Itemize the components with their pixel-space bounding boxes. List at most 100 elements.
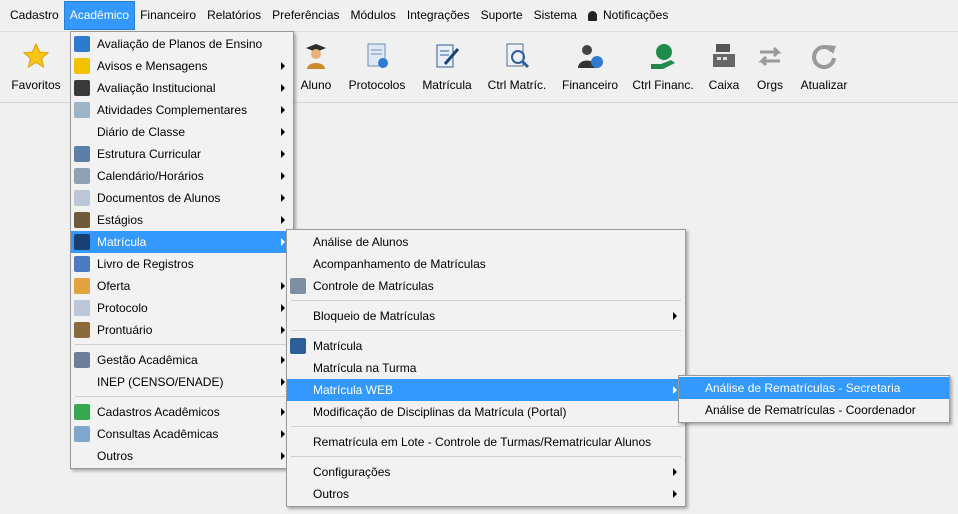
submenu-item-acompanhamento[interactable]: Acompanhamento de Matrículas: [287, 253, 685, 275]
submenu-item-controle[interactable]: Controle de Matrículas: [287, 275, 685, 297]
menu-item-estagios[interactable]: Estágios: [71, 209, 293, 231]
document-pen-icon: [436, 44, 460, 68]
menu-item-oferta[interactable]: Oferta: [71, 275, 293, 297]
submenu-item-rematriculas-secretaria[interactable]: Análise de Rematrículas - Secretaria: [679, 377, 949, 399]
submenu-item-modificacao[interactable]: Modificação de Disciplinas da Matrícula …: [287, 401, 685, 423]
protocolos-button[interactable]: Protocolos: [344, 32, 410, 102]
menu-item-label: Outros: [97, 449, 134, 463]
pen-icon: [74, 234, 90, 250]
menu-academico[interactable]: Acadêmico: [63, 1, 136, 30]
menu-item-consultas[interactable]: Consultas Acadêmicas: [71, 423, 293, 445]
menu-item-label: Cadastros Acadêmicos: [97, 405, 220, 419]
document-icon: [74, 190, 90, 206]
menu-integracoes[interactable]: Integrações: [402, 2, 475, 29]
ctrl-financ-button[interactable]: Ctrl Financ.: [630, 32, 696, 102]
hand-coin-icon: [651, 44, 675, 69]
menu-item-label: Gestão Acadêmica: [97, 353, 198, 367]
menu-item-atividades[interactable]: Atividades Complementares: [71, 99, 293, 121]
matricula-label: Matrícula: [422, 78, 472, 92]
menu-relatorios[interactable]: Relatórios: [202, 2, 266, 29]
matricula-button[interactable]: Matrícula: [418, 32, 476, 102]
book-icon: [74, 102, 90, 118]
menu-item-calendario[interactable]: Calendário/Horários: [71, 165, 293, 187]
menu-item-label: Bloqueio de Matrículas: [313, 309, 436, 323]
submenu-arrow-icon: [281, 304, 285, 312]
menu-item-label: Consultas Acadêmicas: [97, 427, 219, 441]
ctrl-matric-button[interactable]: Ctrl Matríc.: [484, 32, 550, 102]
menu-item-estrutura[interactable]: Estrutura Curricular: [71, 143, 293, 165]
submenu-arrow-icon: [281, 194, 285, 202]
menu-item-matricula[interactable]: Matrícula: [71, 231, 293, 253]
menu-suporte[interactable]: Suporte: [476, 2, 528, 29]
aluno-button[interactable]: Aluno: [294, 32, 338, 102]
book-pen-icon: [74, 256, 90, 272]
submenu-item-rematricula-lote[interactable]: Rematrícula em Lote - Controle de Turmas…: [287, 431, 685, 453]
submenu-arrow-icon: [281, 62, 285, 70]
submenu-arrow-icon: [281, 238, 285, 246]
menu-item-outros[interactable]: Outros: [71, 445, 293, 467]
submenu-item-configuracoes[interactable]: Configurações: [287, 461, 685, 483]
menu-item-avaliacao-institucional[interactable]: Avaliação Institucional: [71, 77, 293, 99]
menu-item-label: Documentos de Alunos: [97, 191, 221, 205]
menu-item-label: Controle de Matrículas: [313, 279, 434, 293]
hierarchy-icon: [74, 146, 90, 162]
menu-item-label: Análise de Rematrículas - Secretaria: [705, 381, 901, 395]
submenu-item-matricula-turma[interactable]: Matrícula na Turma: [287, 357, 685, 379]
submenu-item-rematriculas-coordenador[interactable]: Análise de Rematrículas - Coordenador: [679, 399, 949, 421]
menu-item-avisos[interactable]: Avisos e Mensagens: [71, 55, 293, 77]
submenu-item-matricula-web[interactable]: Matrícula WEB: [287, 379, 685, 401]
menu-item-livro[interactable]: Livro de Registros: [71, 253, 293, 275]
submenu-item-analise-alunos[interactable]: Análise de Alunos: [287, 231, 685, 253]
menu-cadastro[interactable]: Cadastro: [5, 2, 64, 29]
menu-item-avaliacao-planos[interactable]: Avaliação de Planos de Ensino: [71, 33, 293, 55]
menu-item-label: Avaliação de Planos de Ensino: [97, 37, 263, 51]
menu-preferencias[interactable]: Preferências: [267, 2, 344, 29]
menu-financeiro[interactable]: Financeiro: [135, 2, 201, 29]
menu-sistema[interactable]: Sistema: [529, 2, 582, 29]
submenu-arrow-icon: [281, 216, 285, 224]
matricula-web-submenu: Análise de Rematrículas - Secretaria Aná…: [678, 375, 950, 423]
submenu-item-bloqueio[interactable]: Bloqueio de Matrículas: [287, 305, 685, 327]
menu-item-label: Matrícula na Turma: [313, 361, 417, 375]
menu-item-prontuario[interactable]: Prontuário: [71, 319, 293, 341]
favoritos-label: Favoritos: [11, 78, 61, 92]
submenu-arrow-icon: [673, 312, 677, 320]
graduation-cap-icon: [74, 80, 90, 96]
financeiro-button[interactable]: Financeiro: [558, 32, 622, 102]
menu-notificacoes[interactable]: Notificações: [583, 2, 673, 29]
document-search-icon: [290, 278, 306, 294]
submenu-item-matricula[interactable]: Matrícula: [287, 335, 685, 357]
menu-item-documentos[interactable]: Documentos de Alunos: [71, 187, 293, 209]
submenu-arrow-icon: [281, 84, 285, 92]
menu-item-label: Acompanhamento de Matrículas: [313, 257, 486, 271]
menu-item-label: Estágios: [97, 213, 144, 227]
submenu-arrow-icon: [281, 408, 285, 416]
menu-item-label: Avaliação Institucional: [97, 81, 216, 95]
caixa-label: Caixa: [708, 78, 740, 92]
atualizar-button[interactable]: Atualizar: [798, 32, 850, 102]
swap-arrows-icon: [758, 46, 782, 67]
cash-register-icon: [713, 44, 735, 67]
menu-item-protocolo[interactable]: Protocolo: [71, 297, 293, 319]
submenu-arrow-icon: [281, 378, 285, 386]
menu-item-inep[interactable]: INEP (CENSO/ENADE): [71, 371, 293, 393]
favoritos-button[interactable]: Favoritos: [4, 32, 68, 102]
menu-item-label: Matrícula WEB: [313, 383, 394, 397]
orgs-button[interactable]: Orgs: [750, 32, 790, 102]
menu-item-label: Matrícula: [97, 235, 147, 249]
caixa-button[interactable]: Caixa: [704, 32, 744, 102]
menu-item-cadastros[interactable]: Cadastros Acadêmicos: [71, 401, 293, 423]
menu-item-label: Calendário/Horários: [97, 169, 204, 183]
menu-item-label: Atividades Complementares: [97, 103, 248, 117]
menu-item-label: Avisos e Mensagens: [97, 59, 208, 73]
separator: [291, 300, 681, 301]
menu-item-label: Diário de Classe: [97, 125, 186, 139]
clipboard-icon: [74, 322, 90, 338]
submenu-item-outros[interactable]: Outros: [287, 483, 685, 505]
menu-item-diario[interactable]: Diário de Classe: [71, 121, 293, 143]
menu-item-label: Livro de Registros: [97, 257, 194, 271]
menu-item-gestao[interactable]: Gestão Acadêmica: [71, 349, 293, 371]
menu-modulos[interactable]: Módulos: [346, 2, 401, 29]
submenu-arrow-icon: [281, 356, 285, 364]
submenu-arrow-icon: [281, 106, 285, 114]
